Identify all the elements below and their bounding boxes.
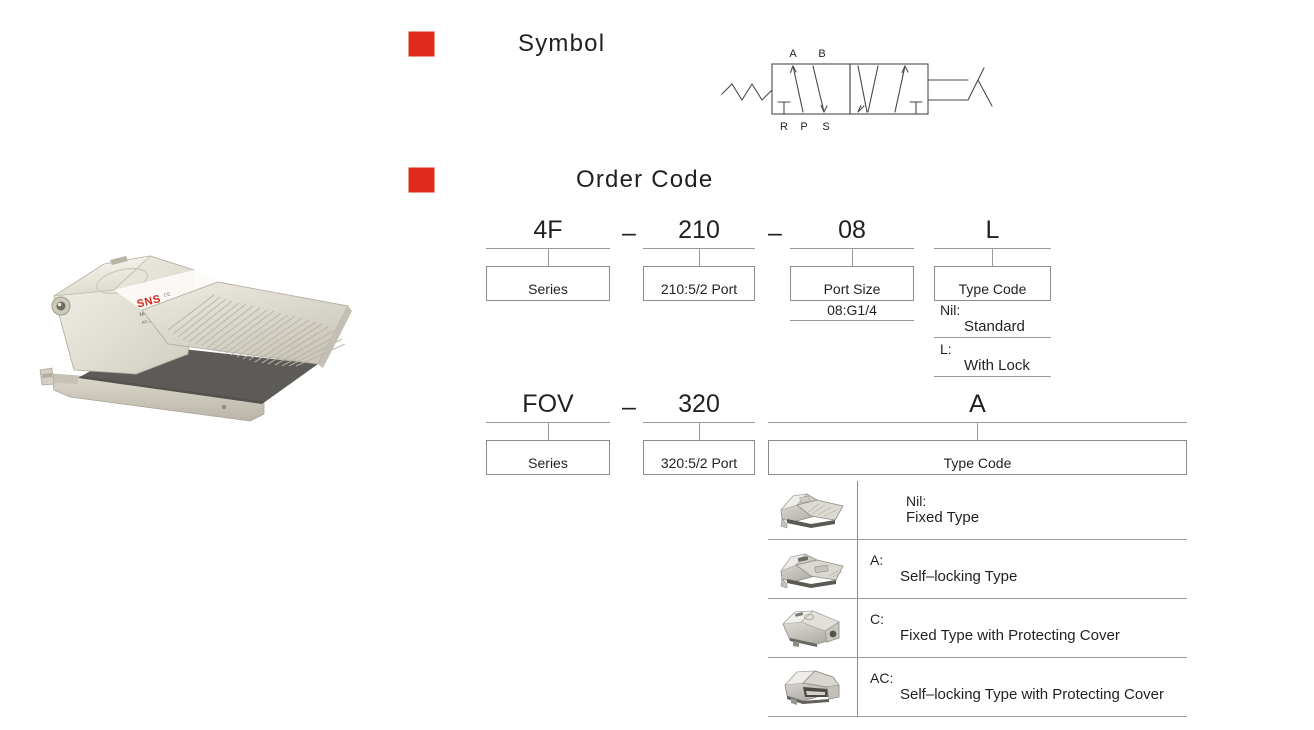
ordercode-box-label: 210:5/2 Port bbox=[660, 281, 738, 297]
ordercode-value: A bbox=[969, 390, 986, 418]
ordercode-box-label: Type Code bbox=[943, 455, 1012, 471]
section-title-order-code: Order Code bbox=[576, 166, 714, 193]
pedal-selflock-icon bbox=[768, 540, 858, 598]
ordercode-value: 4F bbox=[533, 216, 563, 244]
section-symbol-heading: Symbol bbox=[408, 30, 605, 58]
ordercode-box-label: Series bbox=[528, 281, 568, 297]
ordercode-segment-portsize-08: 08 Port Size 08:G1/4 bbox=[790, 218, 914, 321]
type-code-key: AC: bbox=[870, 669, 894, 686]
red-square-bullet-icon bbox=[408, 31, 435, 57]
ordercode-box-label: Port Size bbox=[823, 281, 881, 297]
ordercode-sub-option: 08:G1/4 bbox=[790, 302, 914, 321]
typecode-option-key: L: bbox=[940, 341, 952, 357]
typecode-option-key: Nil: bbox=[940, 302, 961, 318]
datasheet-page: SNS CE MODEL:4F210 AC 220V 50/60Hz bbox=[0, 0, 1314, 730]
product-photo: SNS CE MODEL:4F210 AC 220V 50/60Hz bbox=[18, 178, 396, 450]
port-label-R: R bbox=[780, 121, 788, 133]
ordercode-value: FOV bbox=[522, 390, 574, 418]
ordercode-value: 320 bbox=[678, 390, 720, 418]
ordercode-box-label: 320:5/2 Port bbox=[660, 455, 738, 471]
type-code-table: Nil: Fixed Type A: Self–locking Type C: … bbox=[768, 481, 1187, 717]
ordercode-segment-port-210: 210 210:5/2 Port bbox=[643, 218, 755, 301]
type-code-value: Fixed Type bbox=[906, 509, 980, 527]
table-row: Nil: Fixed Type bbox=[768, 481, 1187, 540]
typecode-option-value: With Lock bbox=[964, 357, 1030, 374]
type-code-description: AC: Self–locking Type with Protecting Co… bbox=[858, 658, 1187, 716]
ordercode-separator: – bbox=[622, 393, 636, 421]
section-title-symbol: Symbol bbox=[518, 30, 606, 57]
ordercode-separator: – bbox=[622, 219, 636, 247]
pedal-cover-icon bbox=[768, 599, 858, 657]
ordercode-value: 08 bbox=[838, 216, 866, 244]
ordercode-segment-series-4f: 4F Series bbox=[486, 218, 610, 301]
port-label-S: S bbox=[822, 121, 829, 133]
valve-symbol-diagram: A B R P S bbox=[700, 44, 1020, 144]
typecode-option-value: Standard bbox=[964, 318, 1025, 335]
type-code-key: A: bbox=[870, 551, 884, 568]
port-label-P: P bbox=[800, 121, 807, 133]
type-code-description: A: Self–locking Type bbox=[858, 540, 1187, 598]
type-code-description: Nil: Fixed Type bbox=[858, 481, 1187, 539]
ordercode-segment-typecode-l: L Type Code Nil: Standard L: With Lock bbox=[934, 218, 1051, 377]
section-ordercode-heading: Order Code bbox=[408, 166, 713, 194]
port-label-B: B bbox=[818, 48, 825, 60]
table-row: AC: Self–locking Type with Protecting Co… bbox=[768, 658, 1187, 717]
red-square-bullet-icon bbox=[408, 167, 435, 193]
ordercode-segment-typecode-a: A Type Code bbox=[768, 392, 1187, 475]
typecode-option-l: L: With Lock bbox=[934, 341, 1051, 377]
typecode-option-nil: Nil: Standard bbox=[934, 302, 1051, 338]
type-code-value: Self–locking Type bbox=[900, 568, 1018, 586]
ordercode-box-label: Series bbox=[528, 455, 568, 471]
type-code-key: C: bbox=[870, 610, 884, 627]
table-row: C: Fixed Type with Protecting Cover bbox=[768, 599, 1187, 658]
port-label-A: A bbox=[789, 48, 797, 60]
type-code-key: Nil: bbox=[906, 492, 927, 509]
ordercode-value: 210 bbox=[678, 216, 720, 244]
type-code-value: Self–locking Type with Protecting Cover bbox=[900, 686, 1165, 704]
ordercode-box-label: Type Code bbox=[958, 281, 1027, 297]
type-code-description: C: Fixed Type with Protecting Cover bbox=[858, 599, 1187, 657]
pedal-selflock-cover-icon bbox=[768, 658, 858, 716]
type-code-value: Fixed Type with Protecting Cover bbox=[900, 627, 1120, 645]
pedal-fixed-icon bbox=[768, 481, 858, 539]
ordercode-segment-series-fov: FOV Series bbox=[486, 392, 610, 475]
ordercode-separator: – bbox=[768, 219, 782, 247]
ordercode-segment-port-320: 320 320:5/2 Port bbox=[643, 392, 755, 475]
table-row: A: Self–locking Type bbox=[768, 540, 1187, 599]
ordercode-value: L bbox=[985, 216, 1000, 244]
